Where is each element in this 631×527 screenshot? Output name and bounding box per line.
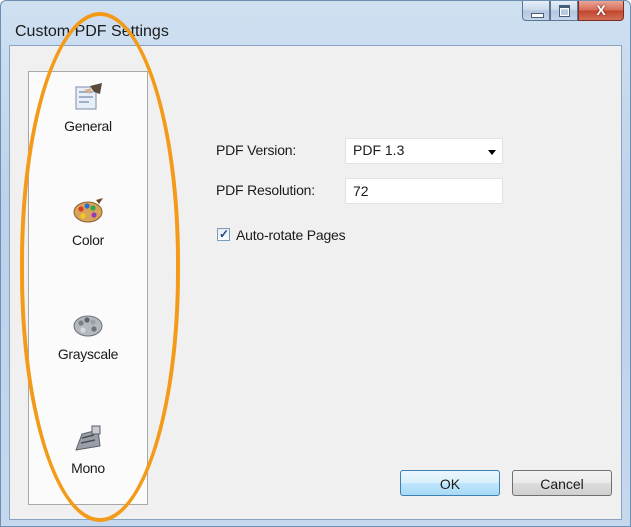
title-bar[interactable]: Custom PDF Settings X [1, 1, 630, 45]
close-icon: X [596, 2, 606, 18]
pdf-resolution-input[interactable] [345, 178, 503, 204]
sidebar-item-label: Color [72, 232, 104, 248]
dropdown-arrow-icon[interactable] [488, 150, 496, 155]
auto-rotate-checkbox[interactable]: ✓ [217, 227, 230, 241]
ok-button[interactable]: OK [400, 470, 500, 496]
mono-printer-icon [75, 425, 101, 451]
settings-category-list: General Color Grayscale Mono [28, 71, 148, 505]
window-title: Custom PDF Settings [15, 23, 169, 40]
grayscale-palette-icon [73, 315, 103, 337]
close-button[interactable]: X [578, 1, 624, 21]
sidebar-item-grayscale[interactable]: Grayscale [29, 310, 147, 362]
pdf-resolution-label: PDF Resolution: [216, 182, 315, 198]
pdf-version-value: PDF 1.3 [353, 142, 405, 158]
pdf-version-select[interactable]: PDF 1.3 [345, 138, 503, 164]
sidebar-item-color[interactable]: Color [29, 196, 147, 248]
caption-buttons: X [522, 1, 624, 23]
sidebar-item-label: Grayscale [57, 346, 119, 362]
cancel-button[interactable]: Cancel [512, 470, 612, 496]
color-palette-icon [73, 198, 103, 223]
checkmark-icon: ✓ [219, 227, 230, 241]
maximize-icon [559, 5, 570, 17]
general-settings-icon [75, 83, 102, 110]
maximize-button[interactable] [550, 1, 578, 21]
sidebar-item-label: Mono [71, 460, 105, 476]
minimize-button[interactable] [522, 1, 550, 21]
sidebar-item-general[interactable]: General [29, 82, 147, 134]
sidebar-item-mono[interactable]: Mono [29, 424, 147, 476]
auto-rotate-label[interactable]: Auto-rotate Pages [236, 227, 346, 243]
minimize-icon [531, 13, 544, 18]
sidebar-item-label: General [64, 118, 112, 134]
pdf-version-label: PDF Version: [216, 142, 297, 158]
